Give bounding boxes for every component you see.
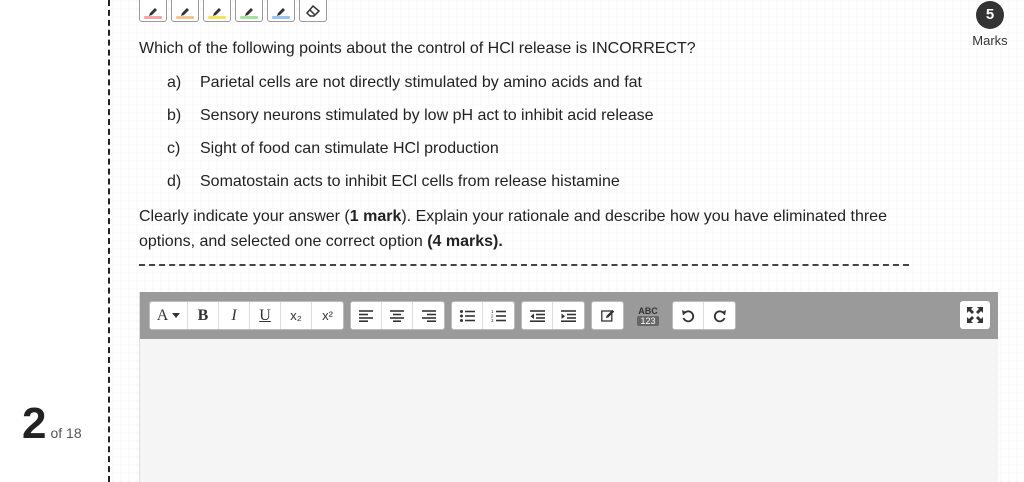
highlighter-green-button[interactable] bbox=[235, 0, 263, 22]
redo-button[interactable] bbox=[704, 302, 735, 329]
option-text: Somatostain acts to inhibit ECl cells fr… bbox=[200, 172, 620, 190]
redo-icon bbox=[713, 309, 726, 322]
align-center-icon bbox=[390, 309, 404, 322]
option-letter: c) bbox=[167, 139, 181, 157]
bullet-list-button[interactable] bbox=[452, 302, 483, 329]
italic-button[interactable]: I bbox=[219, 302, 250, 329]
answer-instruction: Clearly indicate your answer (1 mark). E… bbox=[139, 204, 899, 254]
margin-divider bbox=[108, 0, 110, 482]
numbered-list-button[interactable]: 123 bbox=[483, 302, 514, 329]
outdent-button[interactable] bbox=[522, 302, 553, 329]
edit-group bbox=[591, 301, 624, 330]
highlighter-color-swatch bbox=[272, 16, 290, 19]
outdent-icon bbox=[529, 309, 545, 322]
highlighter-color-swatch bbox=[176, 16, 194, 19]
option-text: Parietal cells are not directly stimulat… bbox=[200, 73, 642, 91]
question-block: Which of the following points about the … bbox=[139, 38, 939, 254]
marks-badge: 5 Marks bbox=[972, 0, 1008, 48]
subscript-button[interactable]: x₂ bbox=[281, 302, 312, 329]
option-a: a) Parietal cells are not directly stimu… bbox=[139, 66, 939, 99]
bullet-list-icon bbox=[459, 309, 475, 322]
page-counter: 2 of 18 bbox=[22, 402, 82, 446]
page-total: of 18 bbox=[50, 425, 82, 441]
instruction-bold: 1 mark bbox=[349, 208, 402, 225]
font-group: A B I U x₂ x² bbox=[149, 301, 344, 330]
question-text: Which of the following points about the … bbox=[139, 40, 696, 57]
undo-icon bbox=[682, 309, 695, 322]
spellcheck-abc: ABC bbox=[638, 305, 658, 316]
align-right-icon bbox=[421, 309, 436, 322]
highlighter-blue-button[interactable] bbox=[267, 0, 295, 22]
option-c: c) Sight of food can stimulate HCl produ… bbox=[139, 132, 939, 165]
fullscreen-icon bbox=[967, 307, 983, 323]
highlighter-orange-button[interactable] bbox=[171, 0, 199, 22]
edit-icon bbox=[600, 309, 614, 322]
font-label: A bbox=[156, 306, 169, 324]
font-size-dropdown[interactable]: A bbox=[150, 302, 188, 329]
instruction-bold: (4 marks). bbox=[427, 233, 503, 250]
fullscreen-button[interactable] bbox=[960, 301, 990, 329]
option-letter: d) bbox=[167, 172, 182, 190]
instruction-text: Clearly indicate your answer ( bbox=[139, 208, 350, 225]
marks-label: Marks bbox=[972, 33, 1008, 48]
edit-source-button[interactable] bbox=[592, 302, 623, 329]
question-separator bbox=[139, 264, 909, 266]
highlighter-color-swatch bbox=[208, 16, 226, 19]
numbered-list-icon: 123 bbox=[491, 309, 506, 322]
indent-icon bbox=[561, 309, 576, 322]
align-right-button[interactable] bbox=[413, 302, 444, 329]
answer-editor[interactable]: A B I U x₂ x² 123 ABC 123 bbox=[139, 292, 998, 482]
caret-down-icon bbox=[172, 312, 181, 318]
highlighter-yellow-button[interactable] bbox=[203, 0, 231, 22]
eraser-button[interactable] bbox=[299, 0, 327, 22]
align-group bbox=[350, 301, 445, 330]
superscript-button[interactable]: x² bbox=[312, 302, 343, 329]
spellcheck-num: 123 bbox=[637, 315, 659, 326]
option-b: b) Sensory neurons stimulated by low pH … bbox=[139, 99, 939, 132]
history-group bbox=[672, 301, 736, 330]
editor-toolbar: A B I U x₂ x² 123 ABC 123 bbox=[140, 292, 998, 339]
svg-text:3: 3 bbox=[491, 318, 494, 322]
option-letter: a) bbox=[167, 73, 182, 91]
highlighter-toolbar bbox=[139, 0, 327, 22]
option-text: Sight of food can stimulate HCl producti… bbox=[200, 139, 499, 157]
bold-button[interactable]: B bbox=[188, 302, 219, 329]
spellcheck-button[interactable]: ABC 123 bbox=[634, 302, 662, 329]
align-left-button[interactable] bbox=[351, 302, 382, 329]
page-number: 2 bbox=[22, 399, 47, 448]
highlighter-red-button[interactable] bbox=[139, 0, 167, 22]
indent-group bbox=[521, 301, 585, 330]
underline-button[interactable]: U bbox=[250, 302, 281, 329]
indent-button[interactable] bbox=[553, 302, 584, 329]
marks-value: 5 bbox=[976, 1, 1004, 29]
highlighter-color-swatch bbox=[144, 16, 162, 19]
undo-button[interactable] bbox=[673, 302, 704, 329]
list-group: 123 bbox=[451, 301, 515, 330]
align-left-icon bbox=[359, 309, 373, 322]
highlighter-color-swatch bbox=[240, 16, 258, 19]
align-center-button[interactable] bbox=[382, 302, 413, 329]
eraser-icon bbox=[305, 4, 321, 17]
option-d: d) Somatostain acts to inhibit ECl cells… bbox=[139, 165, 939, 198]
option-letter: b) bbox=[167, 106, 182, 124]
option-text: Sensory neurons stimulated by low pH act… bbox=[200, 106, 654, 124]
